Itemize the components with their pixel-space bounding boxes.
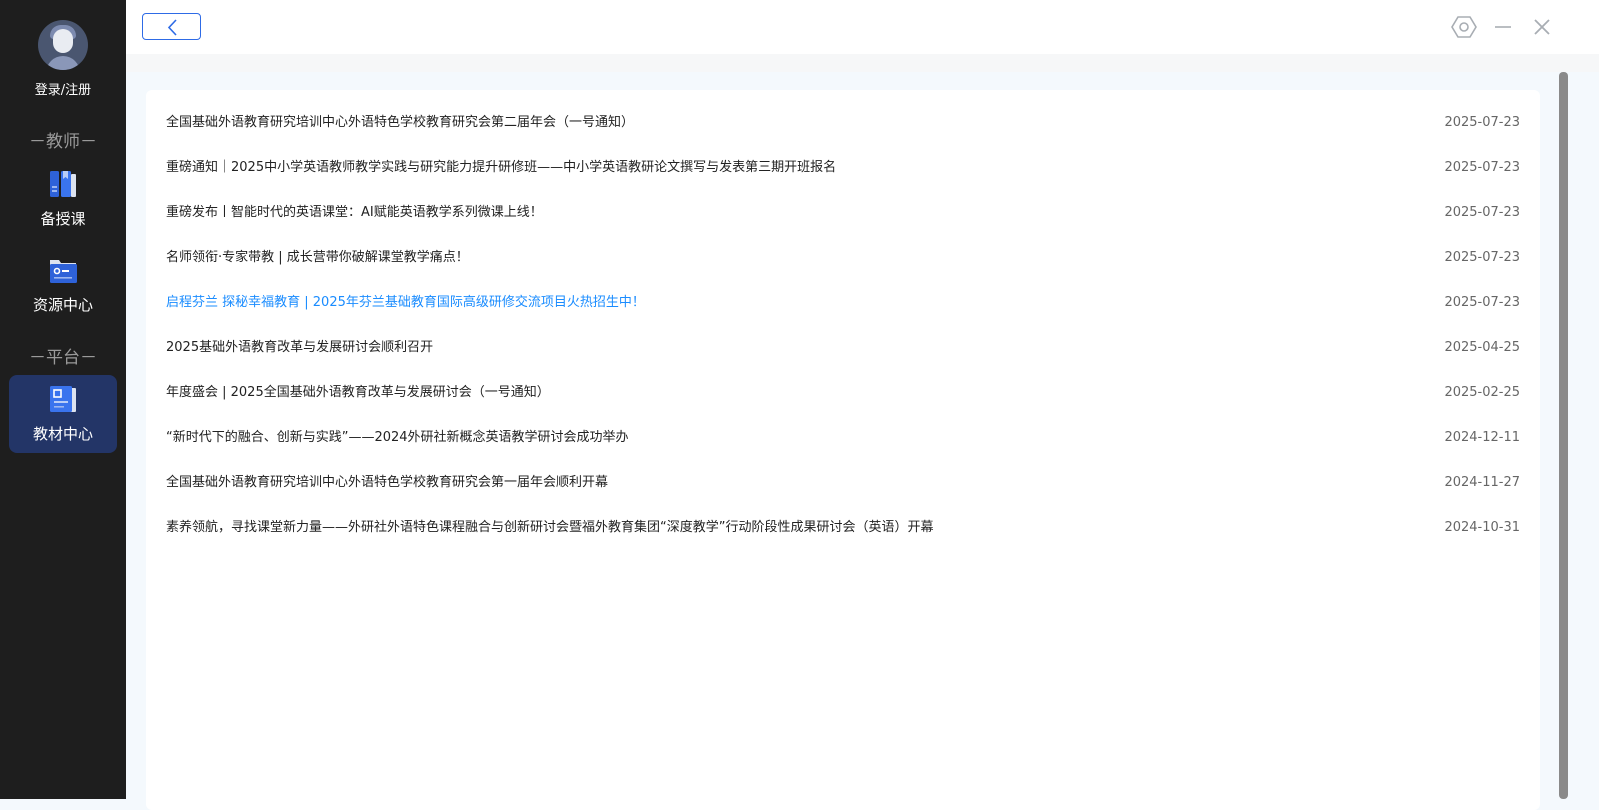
news-title[interactable]: “新时代下的融合、创新与实践”——2024外研社新概念英语教学研讨会成功举办 (166, 415, 629, 460)
section-platform: －平台－ (29, 348, 97, 368)
sidebar-item-textbook-center[interactable]: 教材中心 (9, 375, 117, 453)
toolbar-divider (126, 54, 1599, 72)
minimize-icon[interactable] (1490, 14, 1516, 40)
back-button[interactable] (142, 13, 201, 40)
sidebar-item-label: 教材中心 (32, 425, 93, 443)
news-title[interactable]: 名师领衔·专家带教 | 成长营带你破解课堂教学痛点！ (166, 235, 469, 280)
sidebar-item-lesson-prep[interactable]: 备授课 (9, 160, 117, 238)
close-icon[interactable] (1529, 14, 1555, 40)
chevron-left-icon (167, 19, 177, 36)
news-date: 2025-07-23 (1444, 160, 1520, 175)
news-date: 2025-07-23 (1444, 115, 1520, 130)
news-item[interactable]: 素养领航，寻找课堂新力量——外研社外语特色课程融合与创新研讨会暨福外教育集团“深… (166, 505, 1520, 550)
news-date: 2024-11-27 (1444, 475, 1520, 490)
news-title[interactable]: 2025基础外语教育改革与发展研讨会顺利召开 (166, 325, 433, 370)
news-date: 2025-04-25 (1444, 340, 1520, 355)
news-date: 2024-12-11 (1444, 430, 1520, 445)
news-item[interactable]: 全国基础外语教育研究培训中心外语特色学校教育研究会第二届年会（一号通知） 2025… (166, 100, 1520, 145)
books-icon (50, 171, 76, 197)
news-title[interactable]: 全国基础外语教育研究培训中心外语特色学校教育研究会第二届年会（一号通知） (166, 100, 634, 145)
news-title[interactable]: 重磅发布丨智能时代的英语课堂：AI赋能英语教学系列微课上线！ (166, 190, 543, 235)
header (126, 0, 1599, 54)
section-teacher: －教师－ (29, 132, 97, 152)
news-title[interactable]: 全国基础外语教育研究培训中心外语特色学校教育研究会第一届年会顺利开幕 (166, 460, 608, 505)
news-item[interactable]: “新时代下的融合、创新与实践”——2024外研社新概念英语教学研讨会成功举办 20… (166, 415, 1520, 460)
sidebar: 登录/注册 －教师－ 备授课 资源中心 －平台－ 教材中心 (0, 0, 126, 799)
news-title[interactable]: 重磅通知｜2025中小学英语教师教学实践与研究能力提升研修班——中小学英语教研论… (166, 145, 836, 190)
sidebar-item-label: 资源中心 (32, 296, 93, 314)
settings-icon[interactable] (1451, 14, 1477, 40)
avatar[interactable] (38, 20, 88, 70)
news-item[interactable]: 2025基础外语教育改革与发展研讨会顺利召开 2025-04-25 (166, 325, 1520, 370)
news-date: 2025-07-23 (1444, 295, 1520, 310)
news-title[interactable]: 年度盛会 | 2025全国基础外语教育改革与发展研讨会（一号通知） (166, 370, 550, 415)
sidebar-item-label: 备授课 (40, 210, 86, 228)
news-date: 2025-02-25 (1444, 385, 1520, 400)
folder-icon (50, 260, 77, 283)
news-date: 2025-07-23 (1444, 250, 1520, 265)
news-title[interactable]: 启程芬兰 探秘幸福教育 | 2025年芬兰基础教育国际高级研修交流项目火热招生中… (166, 280, 645, 325)
news-item[interactable]: 年度盛会 | 2025全国基础外语教育改革与发展研讨会（一号通知） 2025-02… (166, 370, 1520, 415)
news-item[interactable]: 全国基础外语教育研究培训中心外语特色学校教育研究会第一届年会顺利开幕 2024-1… (166, 460, 1520, 505)
sidebar-item-resource-center[interactable]: 资源中心 (9, 246, 117, 324)
news-item[interactable]: 重磅发布丨智能时代的英语课堂：AI赋能英语教学系列微课上线！ 2025-07-23 (166, 190, 1520, 235)
news-date: 2025-07-23 (1444, 205, 1520, 220)
news-title[interactable]: 素养领航，寻找课堂新力量——外研社外语特色课程融合与创新研讨会暨福外教育集团“深… (166, 505, 933, 550)
textbook-icon (50, 386, 76, 412)
news-item[interactable]: 启程芬兰 探秘幸福教育 | 2025年芬兰基础教育国际高级研修交流项目火热招生中… (166, 280, 1520, 325)
login-register-link[interactable]: 登录/注册 (0, 79, 126, 98)
news-date: 2024-10-31 (1444, 520, 1520, 535)
scrollbar[interactable] (1559, 72, 1568, 799)
news-item[interactable]: 重磅通知｜2025中小学英语教师教学实践与研究能力提升研修班——中小学英语教研论… (166, 145, 1520, 190)
news-item[interactable]: 名师领衔·专家带教 | 成长营带你破解课堂教学痛点！ 2025-07-23 (166, 235, 1520, 280)
news-list: 全国基础外语教育研究培训中心外语特色学校教育研究会第二届年会（一号通知） 2025… (146, 90, 1540, 810)
